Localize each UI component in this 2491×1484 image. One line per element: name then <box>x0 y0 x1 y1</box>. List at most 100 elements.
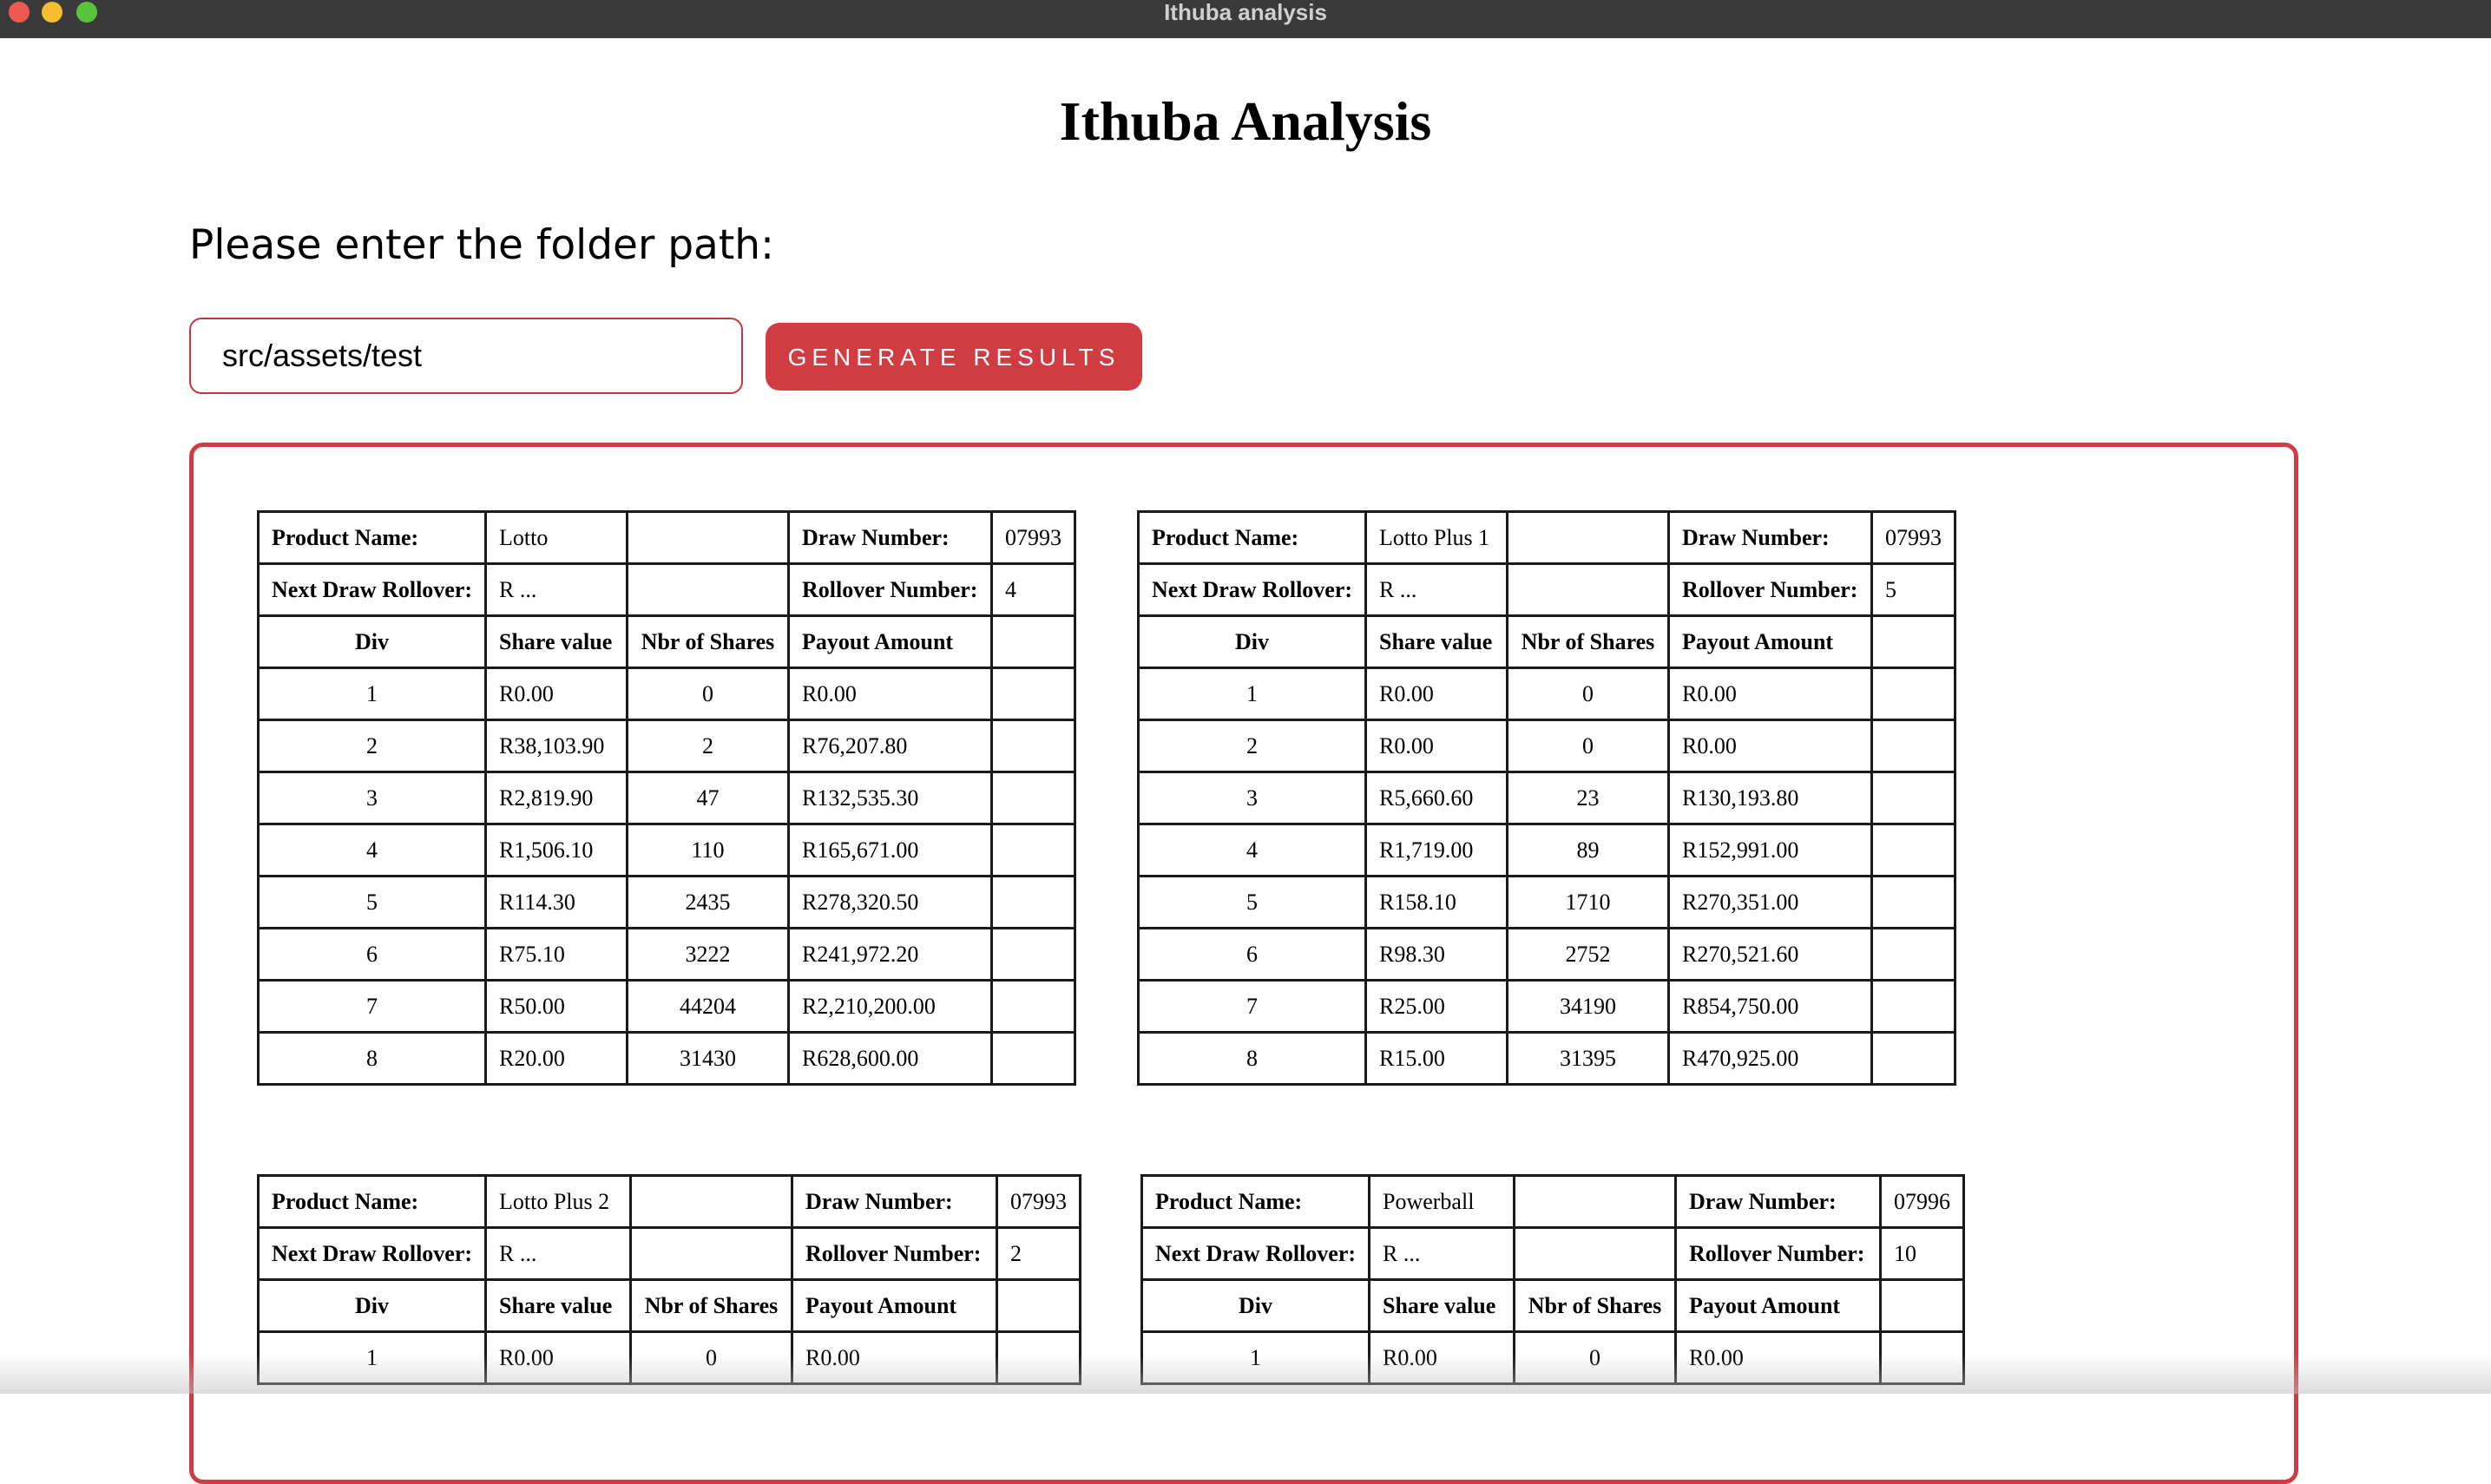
table-row: 5 R158.10 1710 R270,351.00 <box>1137 875 1956 929</box>
payout-amount-cell: R270,351.00 <box>1667 875 1873 929</box>
rollover-number-label: Rollover Number: <box>1667 562 1873 617</box>
empty-cell <box>990 875 1076 929</box>
table-row: Product Name: Lotto Draw Number: 07993 <box>257 510 1076 565</box>
share-value-cell: R38,103.90 <box>484 719 628 773</box>
payout-amount-cell: R0.00 <box>1674 1330 1882 1385</box>
nbr-of-shares-cell: 0 <box>629 1330 793 1385</box>
payout-amount-cell: R152,991.00 <box>1667 823 1873 877</box>
empty-cell <box>1870 875 1956 929</box>
empty-cell <box>990 927 1076 982</box>
table-row: 3 R5,660.60 23 R130,193.80 <box>1137 771 1956 825</box>
window-title: Ithuba analysis <box>1164 0 1327 25</box>
empty-cell <box>990 979 1076 1034</box>
empty-cell <box>629 1174 793 1229</box>
next-draw-rollover-label: Next Draw Rollover: <box>257 562 487 617</box>
payout-amount-cell: R270,521.60 <box>1667 927 1873 982</box>
rollover-number-label: Rollover Number: <box>1674 1226 1882 1281</box>
empty-cell <box>1506 562 1670 617</box>
share-value-cell: R0.00 <box>1364 666 1508 721</box>
share-value-cell: R50.00 <box>484 979 628 1034</box>
nbr-of-shares-cell: 47 <box>626 771 790 825</box>
payout-amount-cell: R132,535.30 <box>787 771 993 825</box>
table-row: Next Draw Rollover: R ... Rollover Number:… <box>1137 562 1956 617</box>
nbr-of-shares-cell: 23 <box>1506 771 1670 825</box>
draw-results-table: Product Name: Lotto Plus 1 Draw Number: 079… <box>1137 510 1956 1086</box>
div-cell: 6 <box>1137 927 1367 982</box>
rollover-number-value: 4 <box>990 562 1076 617</box>
payout-amount-cell: R76,207.80 <box>787 719 993 773</box>
div-cell: 1 <box>1140 1330 1370 1385</box>
payout-amount-cell: R2,210,200.00 <box>787 979 993 1034</box>
empty-cell <box>626 510 790 565</box>
share-value-cell: R158.10 <box>1364 875 1508 929</box>
nbr-of-shares-cell: 110 <box>626 823 790 877</box>
next-draw-rollover-label: Next Draw Rollover: <box>257 1226 487 1281</box>
share-value-cell: R15.00 <box>1364 1031 1508 1086</box>
table-row: Next Draw Rollover: R ... Rollover Number:… <box>1140 1226 1965 1281</box>
div-cell: 4 <box>257 823 487 877</box>
div-cell: 7 <box>1137 979 1367 1034</box>
share-value-cell: R1,506.10 <box>484 823 628 877</box>
table-header-row: Div Share value Nbr of Shares Payout Amount <box>1140 1278 1965 1333</box>
next-draw-rollover-value: R ... <box>484 1226 632 1281</box>
nbr-of-shares-cell: 31430 <box>626 1031 790 1086</box>
next-draw-rollover-value: R ... <box>484 562 628 617</box>
folder-path-input[interactable] <box>189 318 743 394</box>
table-header-row: Div Share value Nbr of Shares Payout Amount <box>257 1278 1081 1333</box>
div-column-header: Div <box>1137 614 1367 669</box>
nbr-of-shares-cell: 0 <box>1513 1330 1677 1385</box>
nbr-of-shares-cell: 1710 <box>1506 875 1670 929</box>
div-cell: 8 <box>1137 1031 1367 1086</box>
nbr-of-shares-cell: 2435 <box>626 875 790 929</box>
draw-number-label: Draw Number: <box>791 1174 998 1229</box>
payout-amount-cell: R0.00 <box>791 1330 998 1385</box>
empty-cell <box>1879 1278 1965 1333</box>
div-cell: 2 <box>1137 719 1367 773</box>
draw-number-value: 07993 <box>996 1174 1081 1229</box>
table-row: 2 R0.00 0 R0.00 <box>1137 719 1956 773</box>
empty-cell <box>1513 1174 1677 1229</box>
folder-path-prompt: Please enter the folder path: <box>189 221 774 269</box>
payout-amount-cell: R470,925.00 <box>1667 1031 1873 1086</box>
empty-cell <box>990 823 1076 877</box>
div-cell: 7 <box>257 979 487 1034</box>
nbr-of-shares-column-header: Nbr of Shares <box>626 614 790 669</box>
empty-cell <box>1513 1226 1677 1281</box>
next-draw-rollover-label: Next Draw Rollover: <box>1137 562 1367 617</box>
share-value-cell: R0.00 <box>1368 1330 1515 1385</box>
next-draw-rollover-value: R ... <box>1368 1226 1515 1281</box>
table-row: Product Name: Lotto Plus 1 Draw Number: 079… <box>1137 510 1956 565</box>
empty-cell <box>990 614 1076 669</box>
share-value-cell: R98.30 <box>1364 927 1508 982</box>
empty-cell <box>1870 979 1956 1034</box>
rollover-number-value: 2 <box>996 1226 1081 1281</box>
share-value-cell: R20.00 <box>484 1031 628 1086</box>
payout-amount-cell: R0.00 <box>1667 719 1873 773</box>
div-cell: 1 <box>257 666 487 721</box>
div-column-header: Div <box>257 1278 487 1333</box>
div-cell: 8 <box>257 1031 487 1086</box>
product-name-value: Lotto Plus 2 <box>484 1174 632 1229</box>
next-draw-rollover-value: R ... <box>1364 562 1508 617</box>
div-cell: 3 <box>257 771 487 825</box>
share-value-cell: R75.10 <box>484 927 628 982</box>
table-header-row: Div Share value Nbr of Shares Payout Amount <box>1137 614 1956 669</box>
payout-amount-cell: R278,320.50 <box>787 875 993 929</box>
div-column-header: Div <box>1140 1278 1370 1333</box>
payout-amount-column-header: Payout Amount <box>791 1278 998 1333</box>
table-row: 1 R0.00 0 R0.00 <box>257 1330 1081 1385</box>
share-value-column-header: Share value <box>1364 614 1508 669</box>
share-value-cell: R0.00 <box>1364 719 1508 773</box>
table-row: 1 R0.00 0 R0.00 <box>257 666 1076 721</box>
payout-amount-cell: R165,671.00 <box>787 823 993 877</box>
generate-results-button[interactable]: GENERATE RESULTS <box>766 323 1142 391</box>
window-titlebar: Ithuba analysis <box>0 0 2491 38</box>
rollover-number-value: 5 <box>1870 562 1956 617</box>
nbr-of-shares-cell: 2 <box>626 719 790 773</box>
nbr-of-shares-cell: 2752 <box>1506 927 1670 982</box>
empty-cell <box>1870 666 1956 721</box>
product-name-label: Product Name: <box>1137 510 1367 565</box>
rollover-number-label: Rollover Number: <box>787 562 993 617</box>
table-row: 1 R0.00 0 R0.00 <box>1140 1330 1965 1385</box>
product-name-value: Lotto <box>484 510 628 565</box>
